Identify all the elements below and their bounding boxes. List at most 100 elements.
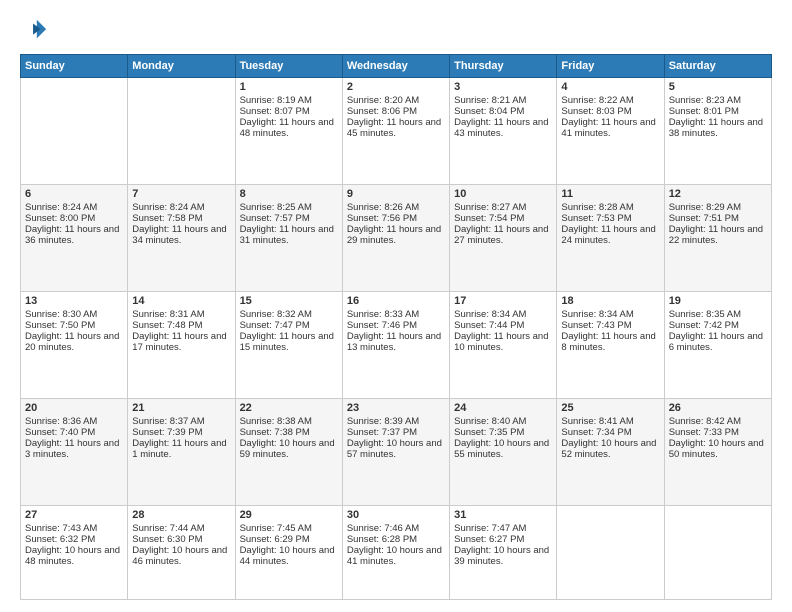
day-info: Daylight: 10 hours and 46 minutes. xyxy=(132,545,230,567)
calendar-cell: 8Sunrise: 8:25 AMSunset: 7:57 PMDaylight… xyxy=(235,185,342,292)
calendar-cell: 24Sunrise: 8:40 AMSunset: 7:35 PMDayligh… xyxy=(450,399,557,506)
day-info: Daylight: 10 hours and 55 minutes. xyxy=(454,438,552,460)
day-info: Sunrise: 8:41 AM xyxy=(561,416,659,427)
day-info: Sunrise: 8:37 AM xyxy=(132,416,230,427)
day-number: 24 xyxy=(454,402,552,414)
day-info: Sunrise: 8:31 AM xyxy=(132,309,230,320)
day-info: Sunset: 7:43 PM xyxy=(561,320,659,331)
day-number: 22 xyxy=(240,402,338,414)
calendar-cell: 29Sunrise: 7:45 AMSunset: 6:29 PMDayligh… xyxy=(235,506,342,600)
day-info: Sunset: 7:50 PM xyxy=(25,320,123,331)
day-info: Daylight: 11 hours and 13 minutes. xyxy=(347,331,445,353)
day-info: Sunset: 8:04 PM xyxy=(454,106,552,117)
day-info: Daylight: 11 hours and 38 minutes. xyxy=(669,117,767,139)
calendar-cell: 7Sunrise: 8:24 AMSunset: 7:58 PMDaylight… xyxy=(128,185,235,292)
day-info: Sunrise: 8:32 AM xyxy=(240,309,338,320)
day-info: Daylight: 11 hours and 29 minutes. xyxy=(347,224,445,246)
day-info: Daylight: 10 hours and 50 minutes. xyxy=(669,438,767,460)
day-info: Sunrise: 8:42 AM xyxy=(669,416,767,427)
day-info: Sunset: 6:30 PM xyxy=(132,534,230,545)
day-info: Sunset: 7:38 PM xyxy=(240,427,338,438)
day-number: 29 xyxy=(240,509,338,521)
day-info: Sunrise: 8:22 AM xyxy=(561,95,659,106)
day-info: Sunrise: 8:40 AM xyxy=(454,416,552,427)
day-number: 2 xyxy=(347,81,445,93)
day-info: Sunrise: 8:28 AM xyxy=(561,202,659,213)
day-info: Sunset: 7:37 PM xyxy=(347,427,445,438)
header-day-friday: Friday xyxy=(557,55,664,78)
day-number: 30 xyxy=(347,509,445,521)
day-info: Sunrise: 8:23 AM xyxy=(669,95,767,106)
day-info: Sunrise: 7:44 AM xyxy=(132,523,230,534)
day-number: 11 xyxy=(561,188,659,200)
day-info: Sunset: 8:01 PM xyxy=(669,106,767,117)
day-info: Sunset: 7:33 PM xyxy=(669,427,767,438)
day-info: Sunset: 8:03 PM xyxy=(561,106,659,117)
logo xyxy=(20,16,52,44)
day-info: Sunrise: 8:24 AM xyxy=(25,202,123,213)
day-number: 21 xyxy=(132,402,230,414)
day-number: 7 xyxy=(132,188,230,200)
header-day-thursday: Thursday xyxy=(450,55,557,78)
calendar-cell xyxy=(21,78,128,185)
day-info: Sunrise: 8:19 AM xyxy=(240,95,338,106)
calendar-cell: 28 Sunrise: 7:44 AMSunset: 6:30 PMDayligh… xyxy=(128,506,235,600)
calendar-cell: 26Sunrise: 8:42 AMSunset: 7:33 PMDayligh… xyxy=(664,399,771,506)
day-number: 16 xyxy=(347,295,445,307)
calendar-cell: 1Sunrise: 8:19 AMSunset: 8:07 PMDaylight… xyxy=(235,78,342,185)
day-number: 31 xyxy=(454,509,552,521)
day-info: Sunrise: 8:21 AM xyxy=(454,95,552,106)
day-info: Daylight: 10 hours and 44 minutes. xyxy=(240,545,338,567)
calendar-cell: 10Sunrise: 8:27 AMSunset: 7:54 PMDayligh… xyxy=(450,185,557,292)
calendar-cell: 21Sunrise: 8:37 AMSunset: 7:39 PMDayligh… xyxy=(128,399,235,506)
day-number: 10 xyxy=(454,188,552,200)
day-number: 3 xyxy=(454,81,552,93)
day-info: Sunset: 7:47 PM xyxy=(240,320,338,331)
calendar-cell: 9Sunrise: 8:26 AMSunset: 7:56 PMDaylight… xyxy=(342,185,449,292)
day-number: 4 xyxy=(561,81,659,93)
day-number: 1 xyxy=(240,81,338,93)
calendar-cell: 2Sunrise: 8:20 AMSunset: 8:06 PMDaylight… xyxy=(342,78,449,185)
day-info: Sunrise: 8:20 AM xyxy=(347,95,445,106)
day-info: Sunrise: 8:27 AM xyxy=(454,202,552,213)
day-info: Sunrise: 8:38 AM xyxy=(240,416,338,427)
day-info: Sunrise: 8:34 AM xyxy=(561,309,659,320)
day-info: Sunset: 7:57 PM xyxy=(240,213,338,224)
day-info: Sunrise: 8:25 AM xyxy=(240,202,338,213)
week-row-4: 20Sunrise: 8:36 AMSunset: 7:40 PMDayligh… xyxy=(21,399,772,506)
day-number: 28 xyxy=(132,509,230,521)
calendar-cell: 27Sunrise: 7:43 AMSunset: 6:32 PMDayligh… xyxy=(21,506,128,600)
day-info: Daylight: 10 hours and 57 minutes. xyxy=(347,438,445,460)
day-info: Daylight: 11 hours and 36 minutes. xyxy=(25,224,123,246)
calendar-cell: 3Sunrise: 8:21 AMSunset: 8:04 PMDaylight… xyxy=(450,78,557,185)
calendar-cell: 18Sunrise: 8:34 AMSunset: 7:43 PMDayligh… xyxy=(557,292,664,399)
day-info: Daylight: 11 hours and 3 minutes. xyxy=(25,438,123,460)
day-info: Sunset: 7:40 PM xyxy=(25,427,123,438)
day-info: Daylight: 11 hours and 20 minutes. xyxy=(25,331,123,353)
day-info: Sunset: 8:00 PM xyxy=(25,213,123,224)
header-day-sunday: Sunday xyxy=(21,55,128,78)
day-info: Daylight: 11 hours and 6 minutes. xyxy=(669,331,767,353)
day-info: Daylight: 11 hours and 10 minutes. xyxy=(454,331,552,353)
day-number: 12 xyxy=(669,188,767,200)
day-info: Daylight: 10 hours and 52 minutes. xyxy=(561,438,659,460)
day-info: Sunset: 6:27 PM xyxy=(454,534,552,545)
day-info: Daylight: 10 hours and 41 minutes. xyxy=(347,545,445,567)
header-day-monday: Monday xyxy=(128,55,235,78)
page: SundayMondayTuesdayWednesdayThursdayFrid… xyxy=(0,0,792,612)
calendar-cell: 31Sunrise: 7:47 AMSunset: 6:27 PMDayligh… xyxy=(450,506,557,600)
day-info: Sunset: 7:48 PM xyxy=(132,320,230,331)
calendar-cell: 16Sunrise: 8:33 AMSunset: 7:46 PMDayligh… xyxy=(342,292,449,399)
day-info: Sunrise: 8:35 AM xyxy=(669,309,767,320)
day-info: Daylight: 11 hours and 8 minutes. xyxy=(561,331,659,353)
calendar-cell xyxy=(557,506,664,600)
calendar-cell: 30Sunrise: 7:46 AMSunset: 6:28 PMDayligh… xyxy=(342,506,449,600)
header xyxy=(20,16,772,44)
day-info: Sunrise: 8:34 AM xyxy=(454,309,552,320)
calendar-cell: 11Sunrise: 8:28 AMSunset: 7:53 PMDayligh… xyxy=(557,185,664,292)
header-day-tuesday: Tuesday xyxy=(235,55,342,78)
day-info: Daylight: 11 hours and 27 minutes. xyxy=(454,224,552,246)
calendar-cell: 17Sunrise: 8:34 AMSunset: 7:44 PMDayligh… xyxy=(450,292,557,399)
calendar-cell xyxy=(664,506,771,600)
day-info: Daylight: 11 hours and 22 minutes. xyxy=(669,224,767,246)
